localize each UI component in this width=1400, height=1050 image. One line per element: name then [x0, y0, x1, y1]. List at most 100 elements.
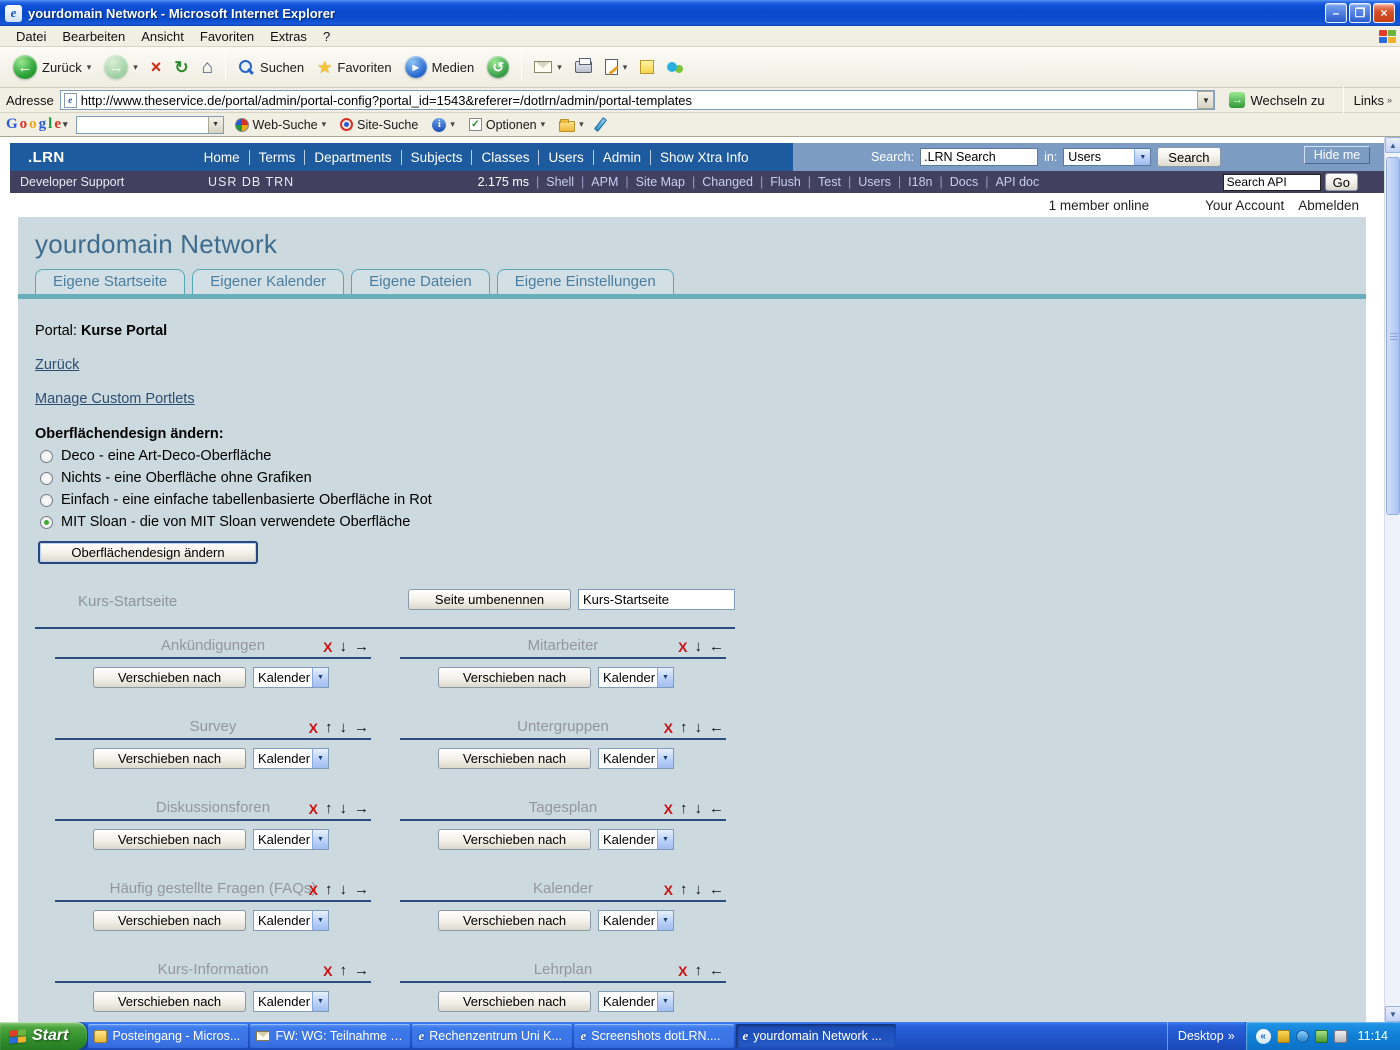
menu-bearbeiten[interactable]: Bearbeiten: [54, 27, 133, 46]
taskbar-item-yourdomain-active[interactable]: e yourdomain Network ...: [736, 1024, 896, 1048]
dotlrn-search-input[interactable]: [920, 148, 1038, 166]
dev-link-flush[interactable]: Flush: [770, 175, 818, 189]
web-search-dropdown-icon[interactable]: ▾: [322, 119, 327, 130]
menu-hilfe[interactable]: ?: [315, 27, 338, 46]
nav-classes[interactable]: Classes: [472, 150, 539, 165]
dotlrn-logo[interactable]: .LRN: [10, 143, 83, 171]
media-button[interactable]: ▸ Medien: [400, 53, 480, 81]
google-logo[interactable]: Google ▾: [6, 116, 68, 133]
move-column-icon[interactable]: →: [354, 963, 369, 978]
developer-support-label[interactable]: Developer Support: [20, 175, 208, 189]
move-down-icon[interactable]: ↓: [695, 639, 703, 654]
delete-portlet-icon[interactable]: X: [309, 883, 318, 897]
web-search-button[interactable]: Web-Suche ▾: [232, 116, 330, 134]
move-target-select[interactable]: Kalender ▼: [598, 991, 674, 1012]
edit-dropdown-icon[interactable]: ▾: [623, 62, 628, 73]
tray-icon-4[interactable]: [1334, 1030, 1347, 1043]
options-dropdown-icon[interactable]: ▾: [541, 119, 546, 130]
api-search-input[interactable]: [1223, 174, 1321, 191]
forward-button[interactable]: → ▾: [99, 52, 143, 82]
hide-me-button[interactable]: Hide me: [1304, 146, 1371, 164]
move-target-select[interactable]: Kalender ▼: [253, 991, 329, 1012]
move-up-icon[interactable]: ↑: [325, 720, 333, 735]
move-column-icon[interactable]: ←: [709, 639, 724, 654]
go-button[interactable]: → Wechseln zu: [1221, 89, 1332, 111]
mail-button[interactable]: ▾: [529, 58, 567, 76]
address-dropdown-icon[interactable]: ▼: [1197, 91, 1214, 109]
move-to-button[interactable]: Verschieben nach: [438, 829, 591, 850]
taskbar-item-screenshots[interactable]: e Screenshots dotLRN....: [574, 1024, 734, 1048]
move-down-icon[interactable]: ↓: [695, 720, 703, 735]
select-dropdown-icon[interactable]: ▼: [657, 668, 673, 687]
delete-portlet-icon[interactable]: X: [678, 640, 687, 654]
folder-dropdown-icon[interactable]: ▾: [579, 119, 584, 130]
move-column-icon[interactable]: ←: [709, 882, 724, 897]
delete-portlet-icon[interactable]: X: [664, 721, 673, 735]
move-column-icon[interactable]: →: [354, 720, 369, 735]
google-logo-dropdown-icon[interactable]: ▾: [63, 119, 68, 130]
move-up-icon[interactable]: ↑: [340, 963, 348, 978]
desktop-toolbar[interactable]: Desktop »: [1167, 1022, 1245, 1050]
dev-link-api-doc[interactable]: API doc: [995, 175, 1039, 189]
scroll-up-button[interactable]: ▲: [1385, 137, 1400, 153]
move-to-button[interactable]: Verschieben nach: [93, 748, 246, 769]
move-down-icon[interactable]: ↓: [695, 801, 703, 816]
move-to-button[interactable]: Verschieben nach: [93, 991, 246, 1012]
options-button[interactable]: ✓ Optionen ▾: [466, 116, 548, 134]
mail-dropdown-icon[interactable]: ▾: [557, 62, 562, 73]
scrollbar-thumb[interactable]: [1386, 157, 1400, 515]
taskbar-item-rechenzentrum[interactable]: e Rechenzentrum Uni K...: [412, 1024, 572, 1048]
move-to-button[interactable]: Verschieben nach: [438, 667, 591, 688]
move-to-button[interactable]: Verschieben nach: [93, 910, 246, 931]
move-target-select[interactable]: Kalender ▼: [598, 667, 674, 688]
nav-admin[interactable]: Admin: [594, 150, 651, 165]
nav-show-xtra-info[interactable]: Show Xtra Info: [651, 150, 758, 165]
tab-eigene-dateien[interactable]: Eigene Dateien: [351, 269, 490, 294]
move-column-icon[interactable]: →: [354, 801, 369, 816]
radio-mit-sloan-label[interactable]: MIT Sloan - die von MIT Sloan verwendete…: [61, 514, 410, 530]
move-up-icon[interactable]: ↑: [325, 882, 333, 897]
move-column-icon[interactable]: ←: [709, 720, 724, 735]
move-down-icon[interactable]: ↓: [695, 882, 703, 897]
browser-scrollbar[interactable]: ▲ ▼: [1384, 137, 1400, 1022]
dev-link-i18n[interactable]: I18n: [908, 175, 950, 189]
minimize-button[interactable]: –: [1325, 3, 1347, 23]
search-scope-select[interactable]: Users ▼: [1063, 148, 1151, 166]
delete-portlet-icon[interactable]: X: [309, 802, 318, 816]
stop-button[interactable]: ×: [146, 55, 167, 79]
address-input[interactable]: [77, 93, 1198, 108]
radio-nichts[interactable]: [40, 472, 53, 485]
menu-ansicht[interactable]: Ansicht: [133, 27, 192, 46]
select-dropdown-icon[interactable]: ▼: [1134, 149, 1150, 165]
move-column-icon[interactable]: ←: [709, 963, 724, 978]
delete-portlet-icon[interactable]: X: [664, 883, 673, 897]
rename-page-input[interactable]: [578, 589, 735, 610]
radio-einfach[interactable]: [40, 494, 53, 507]
dotlrn-search-button[interactable]: Search: [1157, 147, 1220, 167]
nav-terms[interactable]: Terms: [250, 150, 306, 165]
delete-portlet-icon[interactable]: X: [678, 964, 687, 978]
favorites-button[interactable]: ★ Favoriten: [312, 56, 396, 79]
delete-portlet-icon[interactable]: X: [664, 802, 673, 816]
move-up-icon[interactable]: ↑: [680, 882, 688, 897]
move-up-icon[interactable]: ↑: [325, 801, 333, 816]
back-dropdown-icon[interactable]: ▾: [87, 62, 92, 73]
move-to-button[interactable]: Verschieben nach: [438, 991, 591, 1012]
tray-icon-1[interactable]: [1277, 1030, 1290, 1043]
select-dropdown-icon[interactable]: ▼: [312, 911, 328, 930]
move-down-icon[interactable]: ↓: [340, 801, 348, 816]
radio-einfach-label[interactable]: Einfach - eine einfache tabellenbasierte…: [61, 492, 432, 508]
taskbar-item-posteingang[interactable]: Posteingang - Micros...: [88, 1024, 248, 1048]
move-to-button[interactable]: Verschieben nach: [93, 829, 246, 850]
move-target-select[interactable]: Kalender ▼: [253, 910, 329, 931]
tab-eigener-kalender[interactable]: Eigener Kalender: [192, 269, 344, 294]
change-design-button[interactable]: Oberflächendesign ändern: [38, 541, 258, 564]
folder-button[interactable]: ▾: [556, 116, 587, 134]
move-target-select[interactable]: Kalender ▼: [598, 748, 674, 769]
tab-eigene-einstellungen[interactable]: Eigene Einstellungen: [497, 269, 674, 294]
move-target-select[interactable]: Kalender ▼: [598, 910, 674, 931]
messenger-button[interactable]: [662, 59, 689, 75]
tab-eigene-startseite[interactable]: Eigene Startseite: [35, 269, 185, 294]
radio-mit-sloan[interactable]: [40, 516, 53, 529]
menu-favoriten[interactable]: Favoriten: [192, 27, 262, 46]
